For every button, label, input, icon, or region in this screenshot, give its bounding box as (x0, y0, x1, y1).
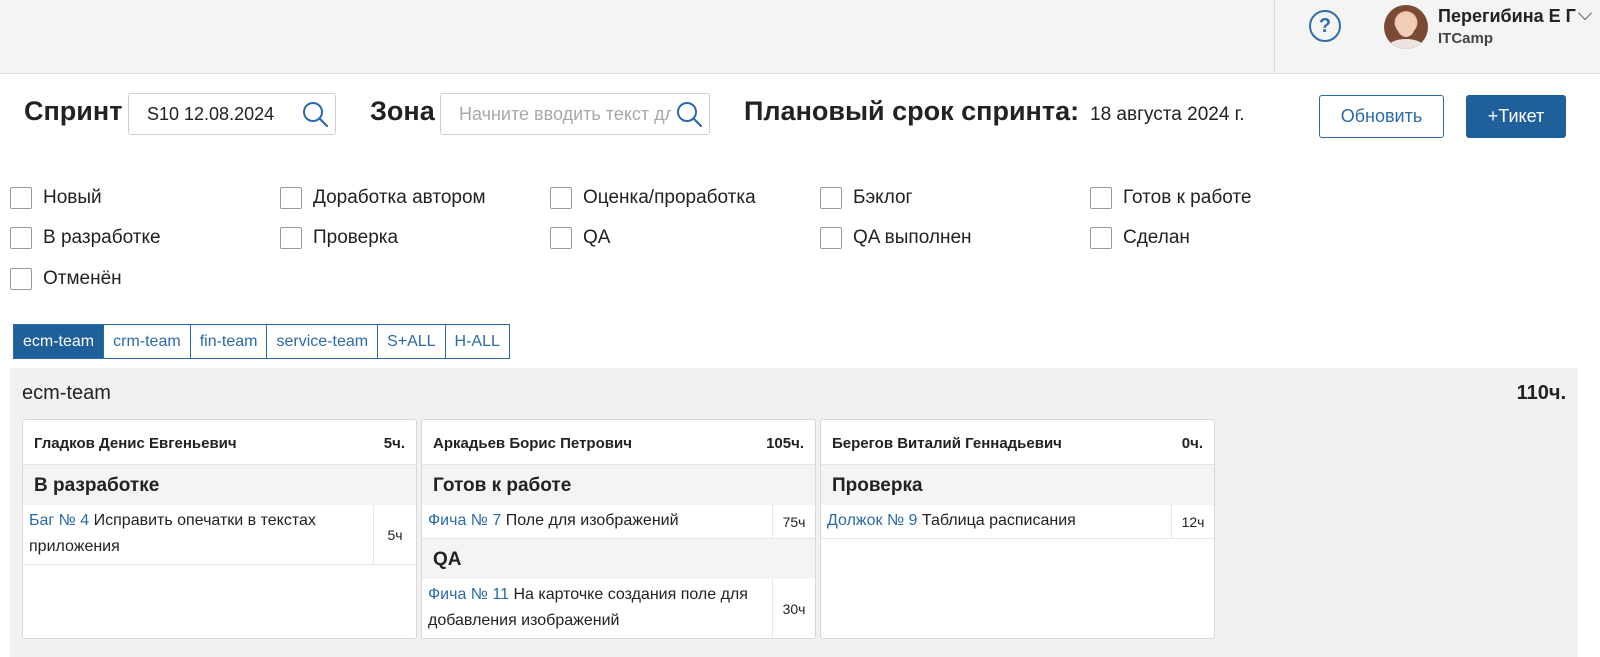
task-link[interactable]: Фича № 11 (428, 586, 509, 603)
checkbox[interactable] (550, 187, 572, 209)
filter-checkbox-cancelled[interactable]: Отменён (10, 268, 122, 290)
filter-label: Новый (43, 187, 102, 208)
filter-label: QA выполнен (853, 227, 972, 248)
tab-fin-team[interactable]: fin-team (190, 325, 268, 358)
task-row[interactable]: Фича № 7 Поле для изображений 75ч (422, 505, 815, 539)
user-name[interactable]: Перегибина Е Г (1438, 6, 1576, 27)
help-icon[interactable]: ? (1309, 10, 1341, 42)
task-link[interactable]: Баг № 4 (29, 512, 89, 529)
task-title: Поле для изображений (505, 512, 679, 529)
task-row[interactable]: Фича № 11 На карточке создания поле для … (422, 579, 815, 638)
filter-checkbox-qa[interactable]: QA (550, 227, 610, 249)
user-org: ITCamp (1438, 30, 1494, 47)
status-group-header: Проверка (821, 465, 1214, 505)
task-hours: 75ч (782, 513, 806, 530)
sprint-label: Спринт (24, 96, 123, 126)
checkbox[interactable] (820, 187, 842, 209)
checkbox[interactable] (1090, 227, 1112, 249)
card-header: Гладков Денис Евгеньевич 5ч. (23, 420, 416, 465)
assignee-card: Берегов Виталий Геннадьевич 0ч. Проверка… (820, 419, 1215, 639)
add-ticket-button[interactable]: +Тикет (1466, 95, 1566, 138)
status-group-header: В разработке (23, 465, 416, 505)
zone-field[interactable] (440, 93, 710, 135)
checkbox[interactable] (1090, 187, 1112, 209)
assignee-name: Берегов Виталий Геннадьевич (832, 435, 1062, 452)
assignee-hours: 5ч. (383, 435, 405, 452)
zone-search-input[interactable] (441, 94, 671, 134)
avatar-shoulders (1388, 39, 1424, 49)
filter-label: В разработке (43, 227, 161, 248)
task-hours: 30ч (782, 600, 806, 617)
status-group-header: QA (422, 539, 815, 579)
assignee-card: Гладков Денис Евгеньевич 5ч. В разработк… (22, 419, 417, 639)
search-icon[interactable] (674, 99, 704, 129)
card-header: Аркадьев Борис Петрович 105ч. (422, 420, 815, 465)
checkbox[interactable] (280, 227, 302, 249)
sprint-input[interactable] (129, 94, 299, 134)
assignee-name: Аркадьев Борис Петрович (433, 435, 632, 452)
filter-checkbox-backlog[interactable]: Бэклог (820, 187, 913, 209)
sprint-field[interactable] (128, 93, 336, 135)
filter-checkbox-new[interactable]: Новый (10, 187, 102, 209)
tab-s-all[interactable]: S+ALL (378, 325, 446, 358)
filter-label: Доработка автором (313, 187, 486, 208)
filter-label: Бэклог (853, 187, 913, 208)
task-hours: 12ч (1181, 513, 1205, 530)
planned-deadline-date: 18 августа 2024 г. (1090, 104, 1245, 125)
filter-checkbox-review[interactable]: Проверка (280, 227, 398, 249)
board-total-hours: 110ч. (1516, 382, 1566, 404)
tab-ecm-team[interactable]: ecm-team (14, 325, 105, 358)
chevron-down-icon[interactable] (1577, 5, 1593, 21)
assignee-hours: 0ч. (1181, 435, 1203, 452)
task-description: Фича № 11 На карточке создания поле для … (422, 579, 773, 638)
task-hours: 5ч (387, 526, 403, 543)
task-link[interactable]: Фича № 7 (428, 512, 501, 529)
card-header: Берегов Виталий Геннадьевич 0ч. (821, 420, 1214, 465)
assignee-hours: 105ч. (766, 435, 804, 452)
checkbox[interactable] (550, 227, 572, 249)
filter-label: Отменён (43, 268, 122, 289)
task-link[interactable]: Должок № 9 (827, 512, 917, 529)
task-row[interactable]: Должок № 9 Таблица расписания 12ч (821, 505, 1214, 539)
filter-checkbox-estimation[interactable]: Оценка/проработка (550, 187, 756, 209)
checkbox[interactable] (820, 227, 842, 249)
refresh-button[interactable]: Обновить (1319, 95, 1444, 138)
zone-label: Зона (370, 96, 435, 126)
task-description: Должок № 9 Таблица расписания (821, 505, 1172, 538)
assignee-name: Гладков Денис Евгеньевич (34, 435, 237, 452)
task-description: Баг № 4 Исправить опечатки в текстах при… (23, 505, 374, 564)
top-bar-divider (1274, 0, 1275, 74)
filter-checkbox-done[interactable]: Сделан (1090, 227, 1190, 249)
top-bar: ? Перегибина Е Г ITCamp (0, 0, 1600, 74)
checkbox[interactable] (280, 187, 302, 209)
task-row[interactable]: Баг № 4 Исправить опечатки в текстах при… (23, 505, 416, 565)
filter-checkbox-author-rework[interactable]: Доработка автором (280, 187, 486, 209)
filter-label: QA (583, 227, 611, 248)
filter-checkbox-ready[interactable]: Готов к работе (1090, 187, 1251, 209)
status-group-header: Готов к работе (422, 465, 815, 505)
tab-h-all[interactable]: H-ALL (445, 325, 509, 358)
board-title: ecm-team (22, 382, 111, 404)
tab-crm-team[interactable]: crm-team (104, 325, 191, 358)
task-title: Таблица расписания (921, 512, 1076, 529)
team-board: ecm-team 110ч. Гладков Денис Евгеньевич … (10, 368, 1578, 657)
team-tabs: ecm-team crm-team fin-team service-team … (13, 324, 510, 359)
task-description: Фича № 7 Поле для изображений (422, 505, 773, 538)
filter-checkbox-in-progress[interactable]: В разработке (10, 227, 161, 249)
search-icon[interactable] (300, 99, 330, 129)
filter-label: Сделан (1123, 227, 1190, 248)
filter-checkbox-qa-done[interactable]: QA выполнен (820, 227, 972, 249)
assignee-card: Аркадьев Борис Петрович 105ч. Готов к ра… (421, 419, 816, 639)
filter-label: Проверка (313, 227, 399, 248)
checkbox[interactable] (10, 268, 32, 290)
avatar[interactable] (1384, 5, 1428, 49)
tab-service-team[interactable]: service-team (267, 325, 379, 358)
filter-label: Готов к работе (1123, 187, 1252, 208)
filter-label: Оценка/проработка (583, 187, 756, 208)
planned-deadline-label: Плановый срок спринта: (744, 96, 1080, 126)
avatar-face (1397, 15, 1415, 37)
checkbox[interactable] (10, 187, 32, 209)
checkbox[interactable] (10, 227, 32, 249)
